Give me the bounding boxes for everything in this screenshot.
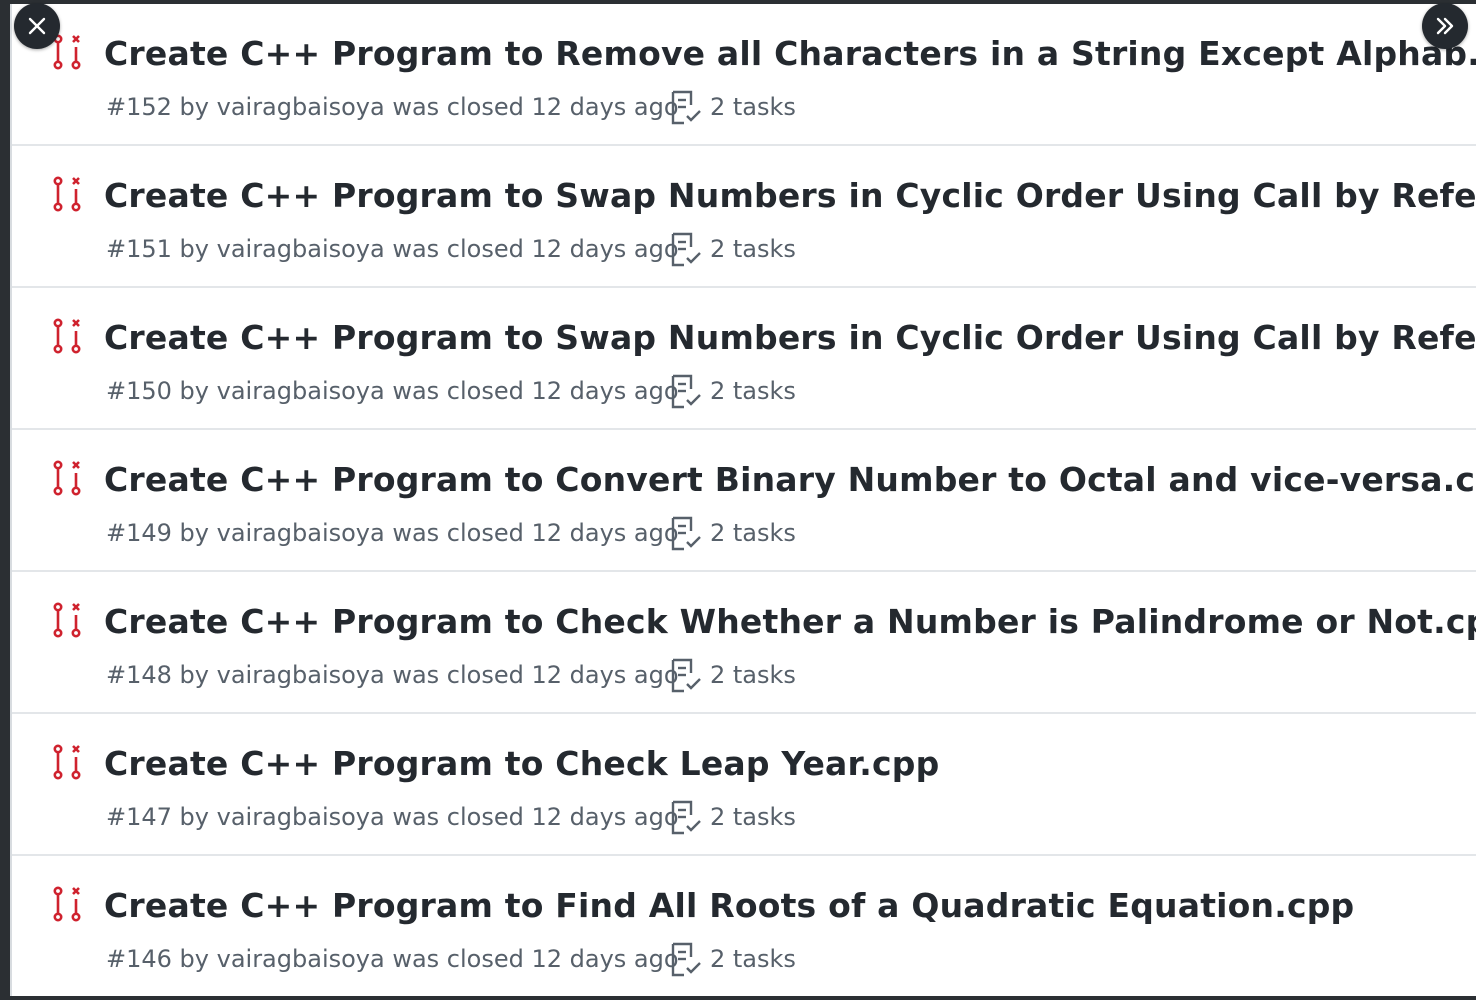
pull-request-row[interactable]: Create C++ Program to Find All Roots of …	[12, 856, 1476, 998]
pull-request-title[interactable]: Create C++ Program to Swap Numbers in Cy…	[104, 176, 1476, 216]
task-list-icon	[669, 516, 703, 552]
closed-pull-request-icon	[50, 176, 86, 212]
pull-request-meta: #148 by vairagbaisoya was closed 12 days…	[106, 661, 679, 689]
task-count[interactable]: 2 tasks	[710, 802, 796, 832]
task-list-icon	[669, 800, 703, 836]
pull-request-list: Create C++ Program to Remove all Charact…	[12, 4, 1476, 996]
pull-request-title[interactable]: Create C++ Program to Check Whether a Nu…	[104, 602, 1476, 642]
closed-pull-request-icon	[50, 886, 86, 922]
closed-pull-request-icon	[50, 744, 86, 780]
pull-request-row[interactable]: Create C++ Program to Convert Binary Num…	[12, 430, 1476, 572]
pull-request-row[interactable]: Create C++ Program to Check Whether a Nu…	[12, 572, 1476, 714]
task-count[interactable]: 2 tasks	[710, 660, 796, 690]
pull-request-meta: #146 by vairagbaisoya was closed 12 days…	[106, 945, 679, 973]
closed-pull-request-icon	[50, 460, 86, 496]
pull-request-row[interactable]: Create C++ Program to Swap Numbers in Cy…	[12, 146, 1476, 288]
task-list-icon	[669, 232, 703, 268]
pull-request-meta: #149 by vairagbaisoya was closed 12 days…	[106, 519, 679, 547]
close-button[interactable]	[14, 3, 60, 49]
task-list-icon	[669, 90, 703, 126]
pull-request-row[interactable]: Create C++ Program to Remove all Charact…	[12, 4, 1476, 146]
task-count[interactable]: 2 tasks	[710, 92, 796, 122]
next-button[interactable]	[1422, 3, 1468, 49]
pull-request-title[interactable]: Create C++ Program to Check Leap Year.cp…	[104, 744, 939, 784]
task-count[interactable]: 2 tasks	[710, 518, 796, 548]
task-count[interactable]: 2 tasks	[710, 234, 796, 264]
pull-request-meta: #151 by vairagbaisoya was closed 12 days…	[106, 235, 679, 263]
pull-request-title[interactable]: Create C++ Program to Swap Numbers in Cy…	[104, 318, 1476, 358]
pull-request-row[interactable]: Create C++ Program to Check Leap Year.cp…	[12, 714, 1476, 856]
closed-pull-request-icon	[50, 318, 86, 354]
close-icon	[26, 15, 48, 37]
task-count[interactable]: 2 tasks	[710, 944, 796, 974]
task-count[interactable]: 2 tasks	[710, 376, 796, 406]
double-chevron-right-icon	[1433, 15, 1457, 37]
pull-request-title[interactable]: Create C++ Program to Remove all Charact…	[104, 34, 1476, 74]
pull-request-row[interactable]: Create C++ Program to Swap Numbers in Cy…	[12, 288, 1476, 430]
task-list-icon	[669, 942, 703, 978]
pull-request-panel: Create C++ Program to Remove all Charact…	[10, 4, 1476, 996]
task-list-icon	[669, 658, 703, 694]
task-list-icon	[669, 374, 703, 410]
pull-request-title[interactable]: Create C++ Program to Find All Roots of …	[104, 886, 1354, 926]
closed-pull-request-icon	[50, 602, 86, 638]
pull-request-meta: #152 by vairagbaisoya was closed 12 days…	[106, 93, 679, 121]
pull-request-meta: #147 by vairagbaisoya was closed 12 days…	[106, 803, 679, 831]
pull-request-title[interactable]: Create C++ Program to Convert Binary Num…	[104, 460, 1476, 500]
pull-request-meta: #150 by vairagbaisoya was closed 12 days…	[106, 377, 679, 405]
